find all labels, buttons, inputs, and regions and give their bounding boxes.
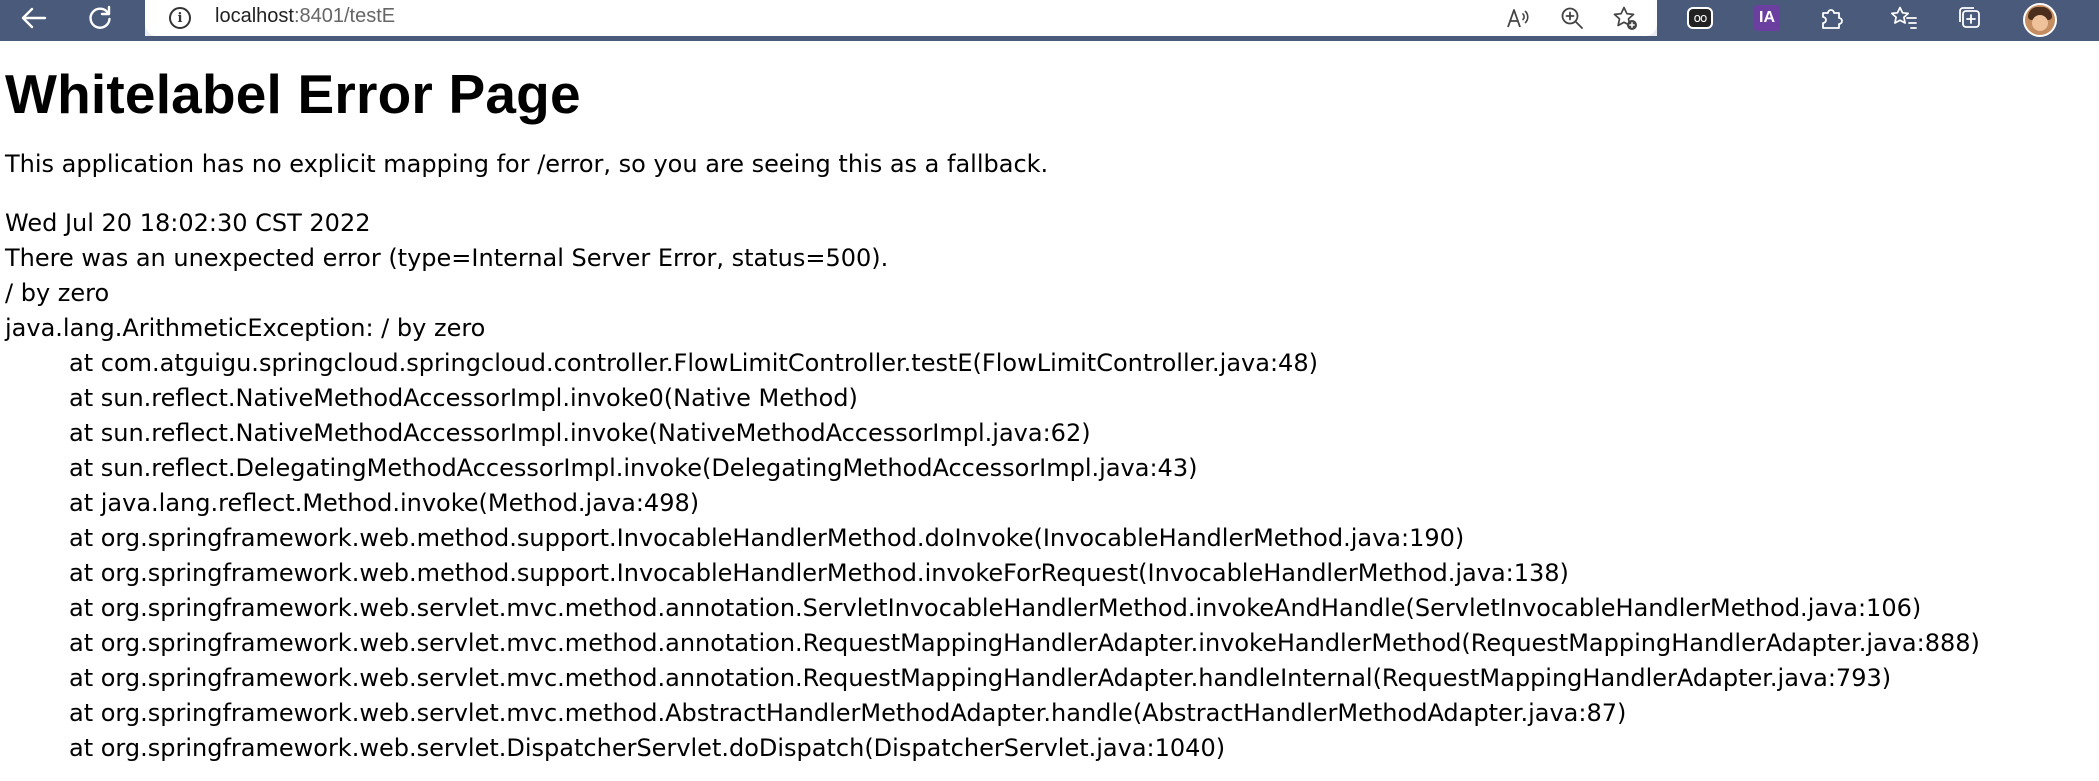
stack-trace-line: at org.springframework.web.servlet.mvc.m… <box>69 629 1980 657</box>
stack-trace-line: at sun.reflect.NativeMethodAccessorImpl.… <box>69 384 858 412</box>
favorites-icon[interactable] <box>1888 3 1920 33</box>
stack-trace-line: at org.springframework.web.servlet.mvc.m… <box>69 699 1627 727</box>
error-details: Wed Jul 20 18:02:30 CST 2022 There was a… <box>5 206 2095 766</box>
ia-label: IA <box>1759 9 1775 26</box>
add-favorite-icon[interactable] <box>1610 4 1640 32</box>
ia-extension-icon[interactable]: IA <box>1754 5 1780 31</box>
browser-toolbar: i localhost:8401/testE oo IA <box>0 0 2099 41</box>
error-message: / by zero <box>5 279 110 307</box>
page-title: Whitelabel Error Page <box>5 63 581 125</box>
stack-trace-line: at org.springframework.web.servlet.Dispa… <box>69 734 1226 762</box>
error-summary: There was an unexpected error (type=Inte… <box>5 244 889 272</box>
error-timestamp: Wed Jul 20 18:02:30 CST 2022 <box>5 209 371 237</box>
zoom-icon[interactable] <box>1557 4 1587 32</box>
address-bar[interactable]: i localhost:8401/testE <box>145 0 1657 36</box>
back-icon[interactable] <box>12 0 56 36</box>
refresh-icon[interactable] <box>78 0 122 36</box>
exception-line: java.lang.ArithmeticException: / by zero <box>5 314 486 342</box>
stack-trace-line: at org.springframework.web.method.suppor… <box>69 524 1465 552</box>
read-aloud-icon[interactable] <box>1503 4 1533 32</box>
stack-trace-line: at sun.reflect.DelegatingMethodAccessorI… <box>69 454 1198 482</box>
mask-glyph: oo <box>1693 11 1708 25</box>
url-path: :8401/testE <box>293 5 396 27</box>
stack-trace-line: at sun.reflect.NativeMethodAccessorImpl.… <box>69 419 1091 447</box>
site-info-icon[interactable]: i <box>169 7 191 29</box>
stack-trace-line: at java.lang.reflect.Method.invoke(Metho… <box>69 489 700 517</box>
stack-trace-line: at org.springframework.web.method.suppor… <box>69 559 1569 587</box>
stack-trace-line: at com.atguigu.springcloud.springcloud.c… <box>69 349 1318 377</box>
stack-trace-line: at org.springframework.web.servlet.mvc.m… <box>69 664 1892 692</box>
profile-avatar[interactable] <box>2023 3 2057 37</box>
error-page: Whitelabel Error Page This application h… <box>5 41 2095 766</box>
collections-icon[interactable] <box>1954 3 1986 33</box>
extension-mask-icon[interactable]: oo <box>1687 7 1713 29</box>
extensions-puzzle-icon[interactable] <box>1815 3 1847 33</box>
stack-trace-line: at org.springframework.web.servlet.mvc.m… <box>69 594 1922 622</box>
fallback-message: This application has no explicit mapping… <box>5 150 1049 178</box>
avatar-face <box>2032 15 2048 31</box>
url-host: localhost <box>215 5 294 27</box>
url-text[interactable]: localhost:8401/testE <box>215 5 395 28</box>
